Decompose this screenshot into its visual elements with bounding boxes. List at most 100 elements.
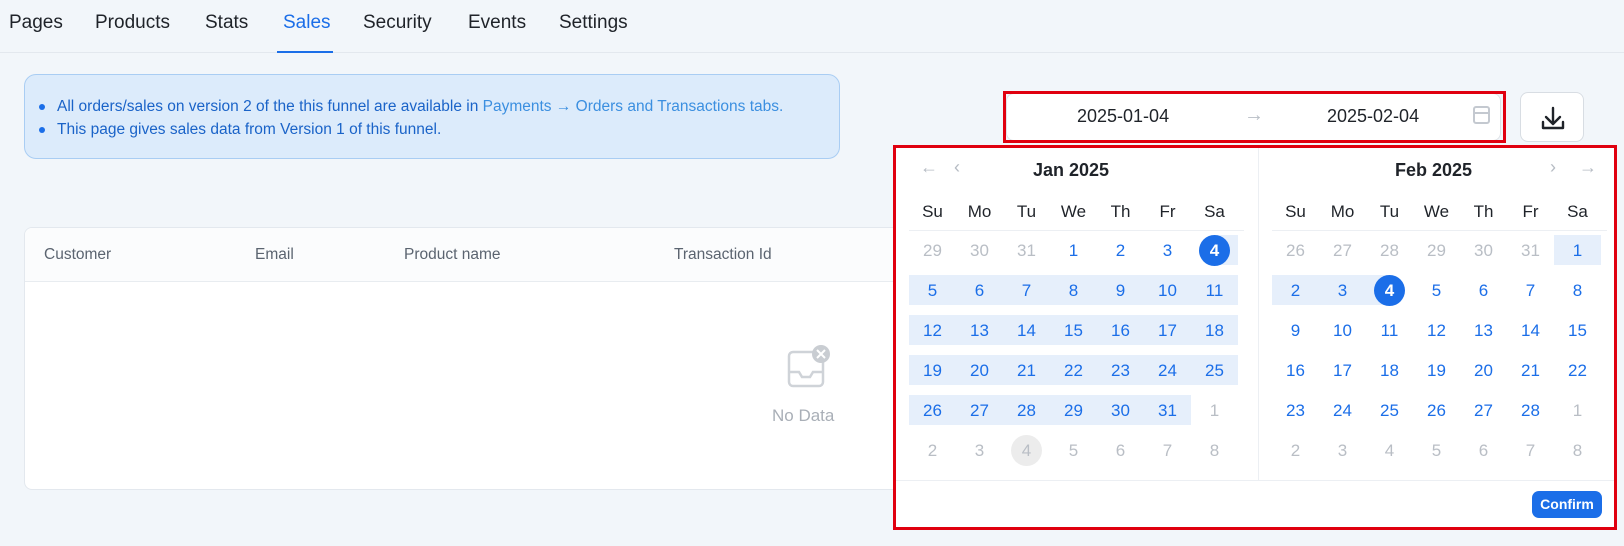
calendar-day[interactable]: 15 (1554, 315, 1601, 345)
confirm-button[interactable]: Confirm (1532, 491, 1602, 518)
column-header-email[interactable]: Email (255, 246, 294, 264)
calendar-day[interactable]: 5 (1050, 435, 1097, 465)
calendar-day[interactable]: 7 (1003, 275, 1050, 305)
calendar-day[interactable]: 29 (909, 235, 956, 265)
tab-pages[interactable]: Pages (9, 12, 63, 34)
calendar-day[interactable]: 16 (1272, 355, 1319, 385)
calendar-day[interactable]: 23 (1272, 395, 1319, 425)
calendar-day[interactable]: 25 (1191, 355, 1238, 385)
calendar-day[interactable]: 1 (1554, 395, 1601, 425)
calendar-day[interactable]: 1 (1554, 235, 1601, 265)
calendar-day[interactable]: 2 (1272, 275, 1319, 305)
calendar-day[interactable]: 30 (1460, 235, 1507, 265)
calendar-day[interactable]: 13 (1460, 315, 1507, 345)
column-header-customer[interactable]: Customer (44, 246, 111, 264)
calendar-day[interactable]: 8 (1554, 435, 1601, 465)
calendar-day[interactable]: 15 (1050, 315, 1097, 345)
calendar-day[interactable]: 31 (1144, 395, 1191, 425)
calendar-day[interactable]: 12 (1413, 315, 1460, 345)
calendar-day[interactable]: 31 (1003, 235, 1050, 265)
calendar-day[interactable]: 30 (956, 235, 1003, 265)
calendar-day[interactable]: 7 (1507, 435, 1554, 465)
calendar-day[interactable]: 23 (1097, 355, 1144, 385)
calendar-day[interactable]: 5 (909, 275, 956, 305)
calendar-day[interactable]: 21 (1507, 355, 1554, 385)
calendar-day[interactable]: 4 (1366, 435, 1413, 465)
calendar-day[interactable]: 14 (1507, 315, 1554, 345)
calendar-day[interactable]: 19 (909, 355, 956, 385)
calendar-day[interactable]: 6 (1097, 435, 1144, 465)
calendar-day[interactable]: 28 (1507, 395, 1554, 425)
calendar-day[interactable]: 17 (1144, 315, 1191, 345)
calendar-day[interactable]: 17 (1319, 355, 1366, 385)
calendar-day[interactable]: 27 (1319, 235, 1366, 265)
calendar-day[interactable]: 10 (1319, 315, 1366, 345)
calendar-day[interactable]: 19 (1413, 355, 1460, 385)
column-header-product-name[interactable]: Product name (404, 246, 501, 264)
calendar-day[interactable]: 2 (1272, 435, 1319, 465)
calendar-day[interactable]: 22 (1050, 355, 1097, 385)
calendar-day[interactable]: 14 (1003, 315, 1050, 345)
selected-day[interactable]: 4 (1366, 275, 1413, 306)
calendar-day[interactable]: 20 (1460, 355, 1507, 385)
calendar-day[interactable]: 11 (1366, 315, 1413, 345)
calendar-day[interactable]: 9 (1097, 275, 1144, 305)
calendar-day[interactable]: 27 (956, 395, 1003, 425)
tab-products[interactable]: Products (95, 12, 170, 34)
calendar-day[interactable]: 31 (1507, 235, 1554, 265)
today-marker-day[interactable]: 4 (1003, 435, 1050, 466)
calendar-day[interactable]: 1 (1050, 235, 1097, 265)
calendar-day[interactable]: 24 (1144, 355, 1191, 385)
calendar-day[interactable]: 11 (1191, 275, 1238, 305)
calendar-day[interactable]: 28 (1003, 395, 1050, 425)
calendar-day[interactable]: 29 (1413, 235, 1460, 265)
calendar-day[interactable]: 26 (909, 395, 956, 425)
calendar-day[interactable]: 25 (1366, 395, 1413, 425)
tab-sales[interactable]: Sales (283, 12, 331, 34)
calendar-day[interactable]: 6 (1460, 275, 1507, 305)
calendar-day[interactable]: 1 (1191, 395, 1238, 425)
calendar-day[interactable]: 8 (1554, 275, 1601, 305)
calendar-day[interactable]: 20 (956, 355, 1003, 385)
calendar-day[interactable]: 6 (956, 275, 1003, 305)
tab-events[interactable]: Events (468, 12, 526, 34)
tab-settings[interactable]: Settings (559, 12, 628, 34)
calendar-day[interactable]: 7 (1507, 275, 1554, 305)
calendar-day[interactable]: 28 (1366, 235, 1413, 265)
download-button[interactable] (1520, 92, 1584, 142)
calendar-day[interactable]: 3 (1319, 275, 1366, 305)
calendar-day[interactable]: 12 (909, 315, 956, 345)
tab-security[interactable]: Security (363, 12, 432, 34)
column-header-transaction-id[interactable]: Transaction Id (674, 246, 772, 264)
next-year-button[interactable]: → (1579, 157, 1597, 178)
calendar-day[interactable]: 6 (1460, 435, 1507, 465)
calendar-day[interactable]: 16 (1097, 315, 1144, 345)
calendar-day[interactable]: 22 (1554, 355, 1601, 385)
calendar-day[interactable]: 2 (1097, 235, 1144, 265)
calendar-day[interactable]: 27 (1460, 395, 1507, 425)
calendar-day[interactable]: 29 (1050, 395, 1097, 425)
calendar-day[interactable]: 3 (1319, 435, 1366, 465)
calendar-day[interactable]: 2 (909, 435, 956, 465)
calendar-day[interactable]: 10 (1144, 275, 1191, 305)
selected-day[interactable]: 4 (1191, 235, 1238, 266)
tab-stats[interactable]: Stats (205, 12, 248, 34)
calendar-day[interactable]: 13 (956, 315, 1003, 345)
calendar-day[interactable]: 18 (1366, 355, 1413, 385)
payments-link[interactable]: Payments → Orders and Transactions tabs. (483, 98, 784, 115)
calendar-day[interactable]: 30 (1097, 395, 1144, 425)
next-month-button[interactable]: › (1550, 157, 1556, 178)
month-title-left[interactable]: Jan 2025 (896, 160, 1246, 181)
calendar-day[interactable]: 21 (1003, 355, 1050, 385)
calendar-day[interactable]: 18 (1191, 315, 1238, 345)
calendar-day[interactable]: 26 (1413, 395, 1460, 425)
calendar-day[interactable]: 5 (1413, 435, 1460, 465)
calendar-day[interactable]: 9 (1272, 315, 1319, 345)
calendar-day[interactable]: 3 (1144, 235, 1191, 265)
calendar-day[interactable]: 7 (1144, 435, 1191, 465)
calendar-day[interactable]: 5 (1413, 275, 1460, 305)
calendar-day[interactable]: 8 (1050, 275, 1097, 305)
calendar-day[interactable]: 3 (956, 435, 1003, 465)
calendar-day[interactable]: 24 (1319, 395, 1366, 425)
calendar-day[interactable]: 26 (1272, 235, 1319, 265)
